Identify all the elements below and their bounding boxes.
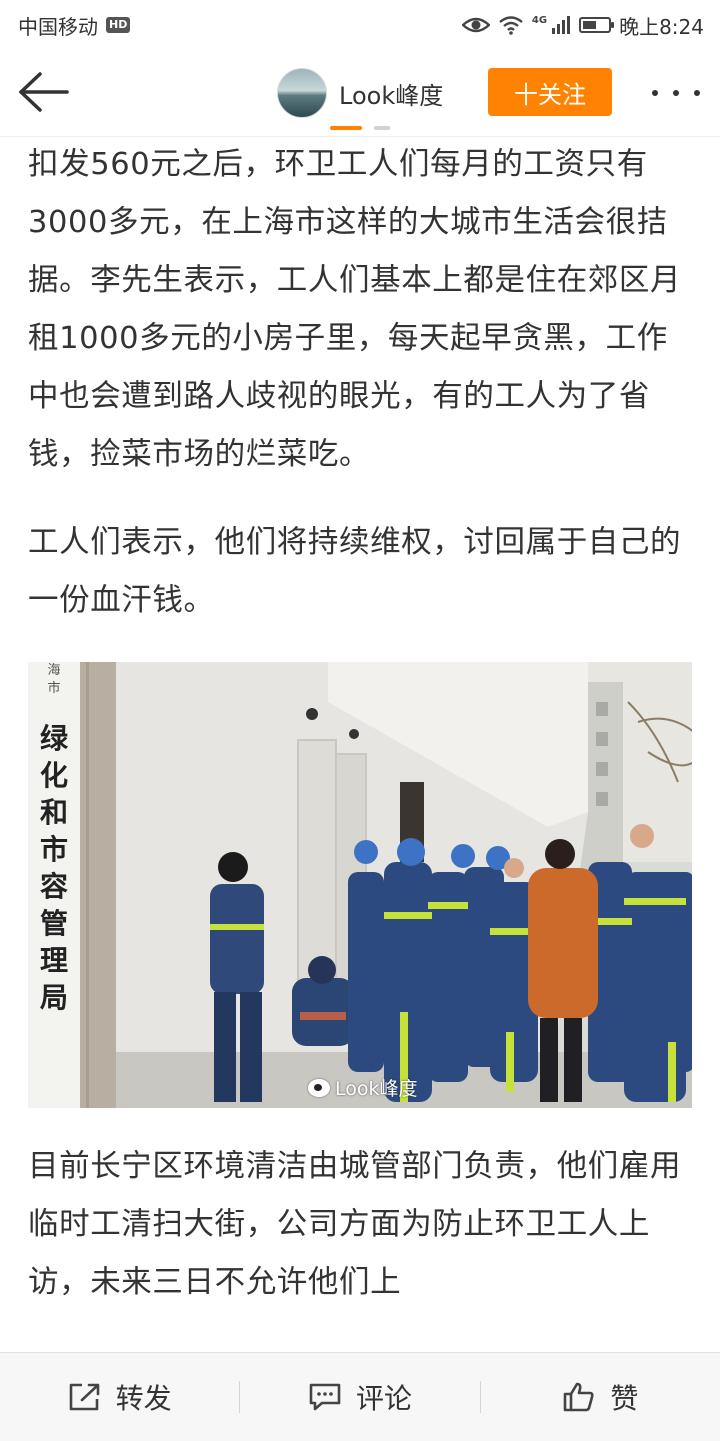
eye-icon [461,17,490,33]
weibo-logo-icon [308,1078,330,1097]
sign-char: 化 [39,759,68,792]
sign-char: 管 [39,907,68,940]
bottom-action-bar: 转发 评论 赞 [0,1352,720,1441]
follow-button[interactable]: 十关注 [488,68,612,116]
share-button[interactable]: 转发 [0,1353,239,1441]
battery-icon [579,17,615,33]
like-button[interactable]: 赞 [481,1353,720,1441]
network-type: 4G [531,14,548,26]
photo-watermark: Look峰度 [308,1074,418,1101]
share-label[interactable]: 转发 [116,1377,172,1417]
tab-indicator-active[interactable] [330,126,362,130]
status-right: 4G 晚上8:24 [461,11,704,40]
hd-badge: HD [106,17,131,33]
photo-scene [28,662,692,1108]
article-paragraph: 目前长宁区环境清洁由城管部门负责，他们雇用临时工清扫大街，公司方面为防止环卫工人… [28,1149,682,1300]
watermark-text: Look峰度 [335,1078,418,1100]
account-profile[interactable]: Look峰度 [277,68,443,118]
article-paragraph: 工人们表示，他们将持续维权，讨回属于自己的一份血汗钱。 [28,525,682,618]
more-dots-icon[interactable] [652,80,700,106]
sign-char: 市 [47,681,61,696]
avatar[interactable] [277,68,327,118]
sign-char: 和 [39,796,68,829]
account-name[interactable]: Look峰度 [339,76,443,111]
dot [652,90,658,96]
sign-char: 海 [47,663,61,678]
like-label[interactable]: 赞 [610,1377,638,1417]
status-bar: 中国移动 HD 4G 晚上8:24 [0,0,720,50]
article-photo[interactable]: 海 市 绿 化 和 市 容 管 理 局 Look峰度 [28,662,692,1108]
article-body: 扣发560元之后，环卫工人们每月的工资只有3000多元，在上海市这样的大城市生活… [28,136,692,1352]
dot [673,90,679,96]
article-paragraph: 扣发560元之后，环卫工人们每月的工资只有3000多元，在上海市这样的大城市生活… [28,147,682,472]
sign-char: 局 [39,981,68,1014]
sign-char: 市 [39,833,68,866]
comment-label[interactable]: 评论 [356,1377,412,1417]
arrow-left-icon [19,72,69,112]
back-button[interactable] [18,70,70,114]
wifi-icon [499,16,523,35]
sign-char: 理 [39,944,68,977]
sign-board: 海 市 绿 化 和 市 容 管 理 局 [32,662,76,1016]
clock: 晚上8:24 [619,14,704,39]
sign-char: 容 [39,870,68,903]
tab-indicator-inactive[interactable] [374,126,390,130]
comment-icon [309,1383,341,1411]
signal-icon [552,16,571,34]
status-left: 中国移动 HD [18,11,131,40]
thumbs-up-icon [564,1382,594,1412]
carrier-name: 中国移动 [18,14,98,39]
dot [694,90,700,96]
comment-button[interactable]: 评论 [240,1353,479,1441]
battery-level [583,21,597,29]
share-icon [69,1383,99,1411]
nav-bar: Look峰度 十关注 [0,50,720,137]
sign-char: 绿 [39,722,68,755]
